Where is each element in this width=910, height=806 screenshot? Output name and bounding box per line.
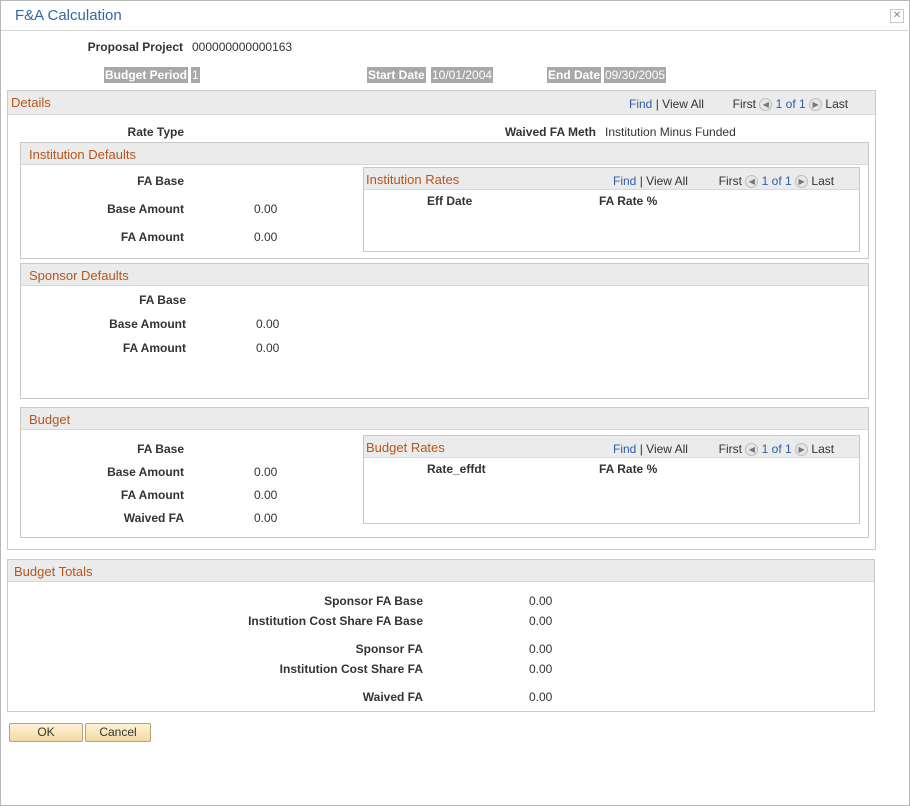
details-header: Details Find | View All First ◀ 1 of 1 ▶…: [8, 91, 875, 115]
budget-period-label: Budget Period: [104, 67, 189, 83]
details-counter: 1 of 1: [775, 97, 806, 111]
details-prev-icon[interactable]: ◀: [759, 98, 773, 111]
sponsor-fa-total-value: 0.00: [529, 642, 553, 656]
budget-rates-col-rate: FA Rate %: [599, 462, 658, 476]
budget-rates-view-all[interactable]: View All: [646, 442, 688, 456]
inst-fa-amount-label: FA Amount: [120, 230, 184, 244]
waived-fa-total-label: Waived FA: [362, 690, 423, 704]
institution-defaults-header: Institution Defaults: [21, 143, 868, 165]
budget-rates-find-link[interactable]: Find: [613, 442, 636, 456]
budget-rates-counter: 1 of 1: [761, 442, 792, 456]
inst-rates-counter: 1 of 1: [761, 174, 792, 188]
budget-fa-amount-value: 0.00: [254, 488, 278, 502]
budget-fa-base-label: FA Base: [137, 442, 184, 456]
budget-rates-next-icon[interactable]: ▶: [795, 443, 809, 456]
budget-waived-fa-value: 0.00: [254, 511, 278, 525]
budget-waived-fa-label: Waived FA: [123, 511, 184, 525]
inst-rates-col-date: Eff Date: [427, 194, 473, 208]
sponsor-base-amount-label: Base Amount: [109, 317, 186, 331]
inst-rates-prev-icon[interactable]: ◀: [745, 175, 759, 188]
inst-rates-next-icon[interactable]: ▶: [795, 175, 809, 188]
inst-cost-share-fa-value: 0.00: [529, 662, 553, 676]
budget-fa-amount-label: FA Amount: [120, 488, 184, 502]
institution-defaults-title: Institution Defaults: [29, 147, 136, 162]
waived-fa-meth-label: Waived FA Meth: [504, 125, 596, 139]
budget-totals-section: Budget Totals: [7, 559, 875, 712]
sponsor-fa-amount-value: 0.00: [256, 341, 280, 355]
budget-totals-title: Budget Totals: [14, 564, 93, 579]
inst-rates-find-link[interactable]: Find: [613, 174, 636, 188]
inst-rates-view-all[interactable]: View All: [646, 174, 688, 188]
sponsor-fa-base-total-label: Sponsor FA Base: [324, 594, 423, 608]
waived-fa-total-value: 0.00: [529, 690, 553, 704]
title-bar: F&A Calculation ✕: [1, 1, 908, 31]
inst-base-amount-label: Base Amount: [107, 202, 184, 216]
inst-cost-share-fa-label: Institution Cost Share FA: [279, 662, 423, 676]
inst-rates-last: Last: [811, 174, 835, 188]
rate-type-label: Rate Type: [127, 125, 184, 139]
details-view-all[interactable]: View All: [662, 97, 704, 111]
start-date-value: 10/01/2004: [431, 67, 494, 83]
budget-header: Budget: [21, 408, 868, 430]
budget-rates-last: Last: [811, 442, 835, 456]
close-icon[interactable]: ✕: [890, 9, 904, 23]
cancel-button[interactable]: Cancel: [85, 723, 151, 742]
inst-base-amount-value: 0.00: [254, 202, 278, 216]
details-last: Last: [825, 97, 849, 111]
budget-base-amount-value: 0.00: [254, 465, 278, 479]
inst-rates-col-rate: FA Rate %: [599, 194, 658, 208]
budget-totals-header: Budget Totals: [8, 560, 874, 582]
sponsor-fa-total-label: Sponsor FA: [355, 642, 423, 656]
details-first: First: [732, 97, 756, 111]
proposal-project-value: 000000000000163: [192, 40, 293, 54]
end-date-value: 09/30/2005: [604, 67, 667, 83]
institution-rates-grid: Institution Rates Find | View All First …: [363, 167, 860, 252]
institution-rates-nav: Find | View All First ◀ 1 of 1 ▶ Last: [613, 174, 835, 188]
budget-rates-col-date: Rate_effdt: [427, 462, 486, 476]
inst-cost-share-fa-base-value: 0.00: [529, 614, 553, 628]
end-date-label: End Date: [547, 67, 602, 83]
sponsor-fa-base-label: FA Base: [139, 293, 186, 307]
budget-rates-header: Budget Rates Find | View All First ◀ 1 o…: [364, 436, 859, 458]
institution-rates-title: Institution Rates: [366, 172, 460, 187]
details-title: Details: [11, 95, 51, 110]
sponsor-base-amount-value: 0.00: [256, 317, 280, 331]
inst-rates-first: First: [718, 174, 742, 188]
proposal-project-label: Proposal Project: [87, 40, 183, 54]
sponsor-defaults-title: Sponsor Defaults: [29, 268, 129, 283]
inst-cost-share-fa-base-label: Institution Cost Share FA Base: [248, 614, 423, 628]
sponsor-defaults-section: Sponsor Defaults: [20, 263, 869, 399]
inst-fa-base-label: FA Base: [137, 174, 184, 188]
details-next-icon[interactable]: ▶: [809, 98, 823, 111]
ok-button[interactable]: OK: [9, 723, 83, 742]
dialog-title: F&A Calculation: [15, 7, 122, 24]
budget-title: Budget: [29, 412, 71, 427]
details-nav: Find | View All First ◀ 1 of 1 ▶ Last: [629, 97, 849, 111]
institution-rates-header: Institution Rates Find | View All First …: [364, 168, 859, 190]
budget-period-value: 1: [191, 67, 200, 83]
inst-fa-amount-value: 0.00: [254, 230, 278, 244]
sponsor-defaults-header: Sponsor Defaults: [21, 264, 868, 286]
start-date-label: Start Date: [367, 67, 426, 83]
waived-fa-meth-value: Institution Minus Funded: [605, 125, 736, 139]
sponsor-fa-amount-label: FA Amount: [122, 341, 186, 355]
sponsor-fa-base-total-value: 0.00: [529, 594, 553, 608]
budget-rates-first: First: [718, 442, 742, 456]
budget-rates-title: Budget Rates: [366, 440, 445, 455]
budget-rates-prev-icon[interactable]: ◀: [745, 443, 759, 456]
details-find-link[interactable]: Find: [629, 97, 652, 111]
budget-base-amount-label: Base Amount: [107, 465, 184, 479]
budget-rates-nav: Find | View All First ◀ 1 of 1 ▶ Last: [613, 442, 835, 456]
budget-rates-grid: Budget Rates Find | View All First ◀ 1 o…: [363, 435, 860, 524]
